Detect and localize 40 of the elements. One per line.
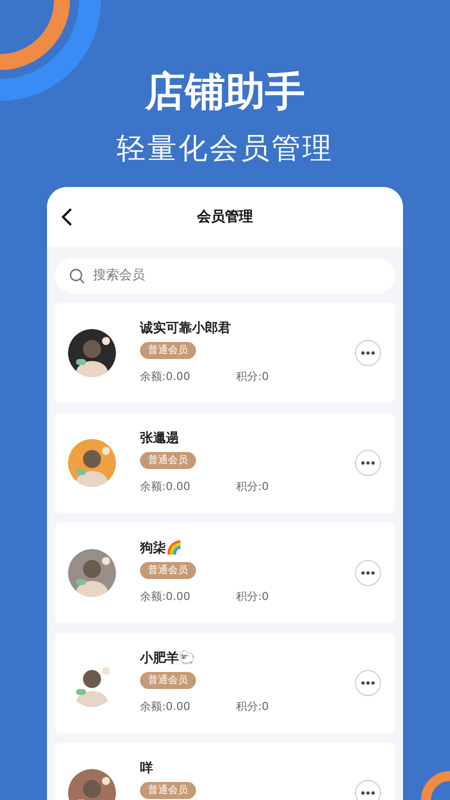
more-icon — [361, 681, 375, 685]
member-name: 咩 — [140, 760, 154, 778]
points-text: 积分:0 — [236, 699, 269, 715]
member-card[interactable]: 小肥羊🐑 普通会员 余额:0.00 积分:0 — [55, 633, 395, 733]
more-icon — [361, 571, 375, 575]
member-level: 普通会员 — [140, 452, 196, 469]
more-button[interactable] — [355, 780, 381, 800]
more-icon — [361, 791, 375, 795]
points-text: 积分:0 — [236, 479, 269, 495]
points-text: 积分:0 — [236, 369, 269, 385]
more-button[interactable] — [355, 670, 381, 696]
member-card[interactable]: 张邋遢 普通会员 余额:0.00 积分:0 — [55, 413, 395, 513]
points-text: 积分:0 — [236, 589, 269, 605]
more-button[interactable] — [355, 340, 381, 366]
member-card[interactable]: 狗柒🌈 普通会员 余额:0.00 积分:0 — [55, 523, 395, 623]
more-icon — [361, 461, 375, 465]
balance-text: 余额:0.00 — [140, 479, 192, 495]
screen-title: 会员管理 — [197, 208, 253, 226]
more-button[interactable] — [355, 560, 381, 586]
member-name: 狗柒🌈 — [140, 540, 183, 558]
member-level: 普通会员 — [140, 562, 196, 579]
balance-text: 余额:0.00 — [140, 699, 192, 715]
back-icon[interactable] — [61, 207, 73, 227]
headline: 店铺助手 — [145, 68, 305, 117]
search-field[interactable]: 搜索会员 — [55, 258, 395, 293]
search-icon — [69, 268, 85, 284]
balance-text: 余额:0.00 — [140, 369, 192, 385]
member-name: 小肥羊🐑 — [140, 650, 196, 668]
member-level: 普通会员 — [140, 782, 196, 799]
member-level: 普通会员 — [140, 672, 196, 689]
member-name: 诚实可靠小郎君 — [140, 320, 232, 338]
more-button[interactable] — [355, 450, 381, 476]
member-card[interactable]: 咩 普通会员 — [55, 743, 395, 800]
balance-text: 余额:0.00 — [140, 589, 192, 605]
member-name: 张邋遢 — [140, 430, 180, 448]
search-input[interactable]: 搜索会员 — [93, 266, 381, 286]
subheadline: 轻量化会员管理 — [116, 130, 334, 167]
more-icon — [361, 351, 375, 355]
member-level: 普通会员 — [140, 342, 196, 359]
member-card[interactable]: 诚实可靠小郎君 普通会员 余额:0.00 积分:0 — [55, 303, 395, 403]
